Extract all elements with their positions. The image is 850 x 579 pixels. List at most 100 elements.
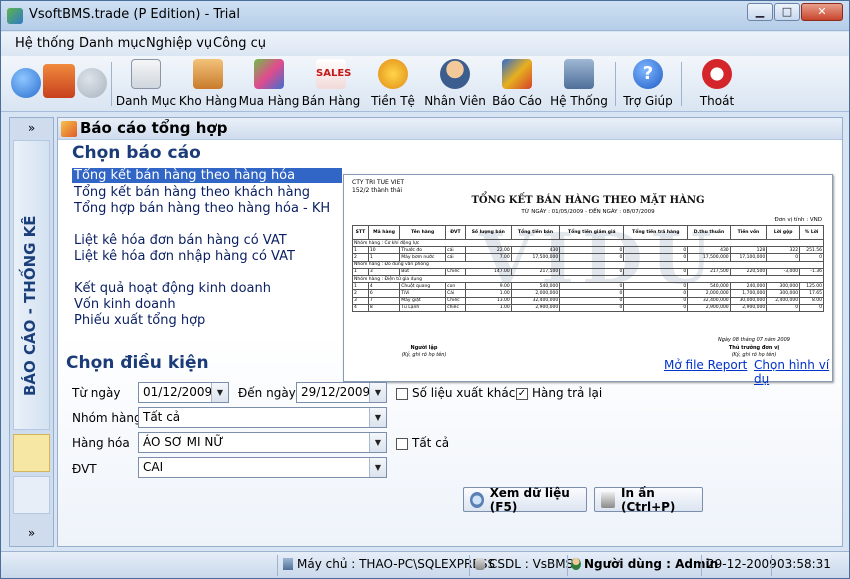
preview-cell: 7 xyxy=(367,296,401,305)
status-bar: Máy chủ : THAO-PC\SQLEXPRESS CSDL : VsBM… xyxy=(1,551,849,578)
toolbar-tien-te[interactable]: Tiền Tệ xyxy=(358,59,428,109)
preview-row: 1 4 Chuột quang con 9.00 540,000 0 0 540,000 240,… xyxy=(352,282,824,291)
report-item[interactable]: Kết quả hoạt động kinh doanh xyxy=(74,281,271,296)
preview-cell: 1 xyxy=(352,246,369,255)
chevron-down-icon[interactable]: ▼ xyxy=(369,383,386,402)
report-item[interactable]: Liệt kê hóa đơn nhập hàng có VAT xyxy=(74,249,295,264)
preview-header-cell: Lời gộp xyxy=(766,225,801,240)
chevron-down-icon[interactable]: ▼ xyxy=(369,408,386,427)
date-status: 29-12-2009 xyxy=(707,557,777,571)
preview-header-cell: D.thu thuần xyxy=(687,225,731,240)
to-date-label: Đến ngày xyxy=(238,386,296,400)
menu-he-thong[interactable]: Hệ thống xyxy=(15,36,75,51)
goods-select[interactable]: ÁO SƠ MI NỮ ▼ xyxy=(138,432,387,453)
preview-header-cell: Tổng tiền trả hàng xyxy=(623,225,689,240)
left-sidebar: » BÁO CÁO - THỐNG KÊ » xyxy=(9,117,54,547)
sidebar-vertical-title: BÁO CÁO - THỐNG KÊ xyxy=(21,215,39,396)
other-export-label: Số liệu xuất khác xyxy=(412,386,516,400)
to-date-picker[interactable]: 29/12/2009 ▼ xyxy=(296,382,387,403)
report-item[interactable]: Liệt kê hóa đơn bán hàng có VAT xyxy=(74,233,287,248)
preview-row: 1 10 Thước đo cái 22.00 430 0 0 430 128 322 251.56 xyxy=(352,246,824,255)
preview-cell: 300,000 xyxy=(766,289,801,298)
sales-icon: SALES xyxy=(316,59,351,89)
group-select[interactable]: Tất cả ▼ xyxy=(138,407,387,428)
toolbar-danh-muc[interactable]: Danh Mục xyxy=(111,59,181,109)
preview-header-cell: Tổng tiền bán xyxy=(510,225,561,240)
preview-header-cell: Tiền vốn xyxy=(729,225,768,240)
preview-cell: 2,900,000 xyxy=(729,303,768,312)
report-item[interactable]: Tổng hợp bán hàng theo hàng hóa - KH xyxy=(74,201,330,216)
preview-cell: 128 xyxy=(729,246,768,255)
home-icon[interactable] xyxy=(43,64,75,98)
menu-danh-muc[interactable]: Danh mục xyxy=(79,36,146,51)
coins-icon xyxy=(378,59,408,89)
preview-cell: 6 xyxy=(367,289,401,298)
report-item[interactable]: Tổng kết bán hàng theo hàng hóa xyxy=(72,168,342,183)
back-icon[interactable] xyxy=(11,68,41,98)
preview-cell: 0 xyxy=(559,267,625,276)
sidebar-expand-button[interactable]: » xyxy=(10,118,53,138)
preview-row: 2 1 Máy bơm nước cái 7.00 17,500,000 0 0 17,500,… xyxy=(352,253,824,262)
preview-cell: 540,000 xyxy=(510,282,561,291)
menu-cong-cu[interactable]: Công cụ xyxy=(213,36,266,51)
preview-row: Nhóm hàng : Đồ dùng văn phòng xyxy=(352,260,824,269)
preview-row: 4 8 Tủ Lạnh chiếc 1.00 2,900,000 0 0 2,900,000 2,… xyxy=(352,303,824,312)
toolbar-thoat[interactable]: Thoát xyxy=(682,59,752,109)
report-item[interactable]: Vốn kinh doanh xyxy=(74,297,176,312)
help-icon: ? xyxy=(633,59,663,89)
chevron-down-icon[interactable]: ▼ xyxy=(369,458,386,477)
preview-cell: 0 xyxy=(623,282,689,291)
panel-title: Báo cáo tổng hợp xyxy=(80,119,228,137)
forward-icon[interactable] xyxy=(77,68,107,98)
preview-cell: 4 xyxy=(367,282,401,291)
preview-cell: 0 xyxy=(799,303,824,312)
print-button[interactable]: In ấn (Ctrl+P) xyxy=(594,486,703,514)
window-title: VsoftBMS.trade (P Edition) - Trial xyxy=(29,7,240,22)
employee-icon xyxy=(440,59,470,89)
preview-cell: Máy giặt xyxy=(399,296,447,305)
preview-cell: 0 xyxy=(623,289,689,298)
minimize-button[interactable]: ▁ xyxy=(747,3,773,21)
preview-cell: 2,900,000 xyxy=(510,303,561,312)
toolbar-he-thong[interactable]: Hệ Thống xyxy=(544,59,614,109)
sidebar-binoculars-icon[interactable] xyxy=(13,476,50,514)
preview-cell: 430 xyxy=(510,246,561,255)
preview-cell: 2,000,000 xyxy=(687,289,731,298)
chevron-down-icon[interactable]: ▼ xyxy=(369,433,386,452)
view-data-button[interactable]: Xem dữ liệu (F5) xyxy=(463,486,587,514)
preview-cell: 540,000 xyxy=(687,282,731,291)
toolbar-nhan-vien[interactable]: Nhân Viên xyxy=(420,59,490,109)
toolbar-bao-cao[interactable]: Báo Cáo xyxy=(482,59,552,109)
toolbar-tro-giup[interactable]: ? Trợ Giúp xyxy=(613,59,683,109)
other-export-checkbox[interactable] xyxy=(396,388,408,400)
magnifier-icon xyxy=(470,491,484,508)
chevron-down-icon[interactable]: ▼ xyxy=(211,383,228,402)
report-item[interactable]: Tổng kết bán hàng theo khách hàng xyxy=(74,185,310,200)
report-icon xyxy=(502,59,532,89)
preview-cell: chiếc xyxy=(445,303,466,312)
toolbar-mua-hang[interactable]: Mua Hàng xyxy=(234,59,304,109)
preview-cell: con xyxy=(445,282,466,291)
open-report-link[interactable]: Mở file Report xyxy=(664,358,747,372)
purchase-icon xyxy=(254,59,284,89)
preview-cell: 0 xyxy=(623,246,689,255)
from-date-picker[interactable]: 01/12/2009 ▼ xyxy=(138,382,229,403)
unit-select[interactable]: CAI ▼ xyxy=(138,457,387,478)
toolbar-kho-hang[interactable]: Kho Hàng xyxy=(173,59,243,109)
choose-sample-link[interactable]: Chọn hình ví dụ xyxy=(754,358,842,386)
maximize-button[interactable]: □ xyxy=(774,3,800,21)
preview-date-line: Ngày 08 tháng 07 năm 2009 xyxy=(718,337,790,343)
preview-header-cell: Tổng tiền giảm giá xyxy=(559,225,625,240)
preview-cell: 0 xyxy=(559,246,625,255)
close-button[interactable]: ✕ xyxy=(801,3,843,21)
preview-preparer-sign: (Ký, ghi rõ họ tên) xyxy=(401,352,447,358)
toolbar-ban-hang[interactable]: SALES Bán Hàng xyxy=(296,59,366,109)
all-goods-checkbox[interactable] xyxy=(396,438,408,450)
sidebar-more-button[interactable]: » xyxy=(10,520,53,546)
sidebar-report-icon[interactable] xyxy=(13,434,50,472)
return-goods-checkbox[interactable]: ✓ xyxy=(516,388,528,400)
report-item[interactable]: Phiếu xuất tổng hợp xyxy=(74,313,205,328)
menu-nghiep-vu[interactable]: Nghiệp vụ xyxy=(146,36,212,51)
preview-cell: Bút xyxy=(399,267,447,276)
preview-cell: 0 xyxy=(799,253,824,262)
